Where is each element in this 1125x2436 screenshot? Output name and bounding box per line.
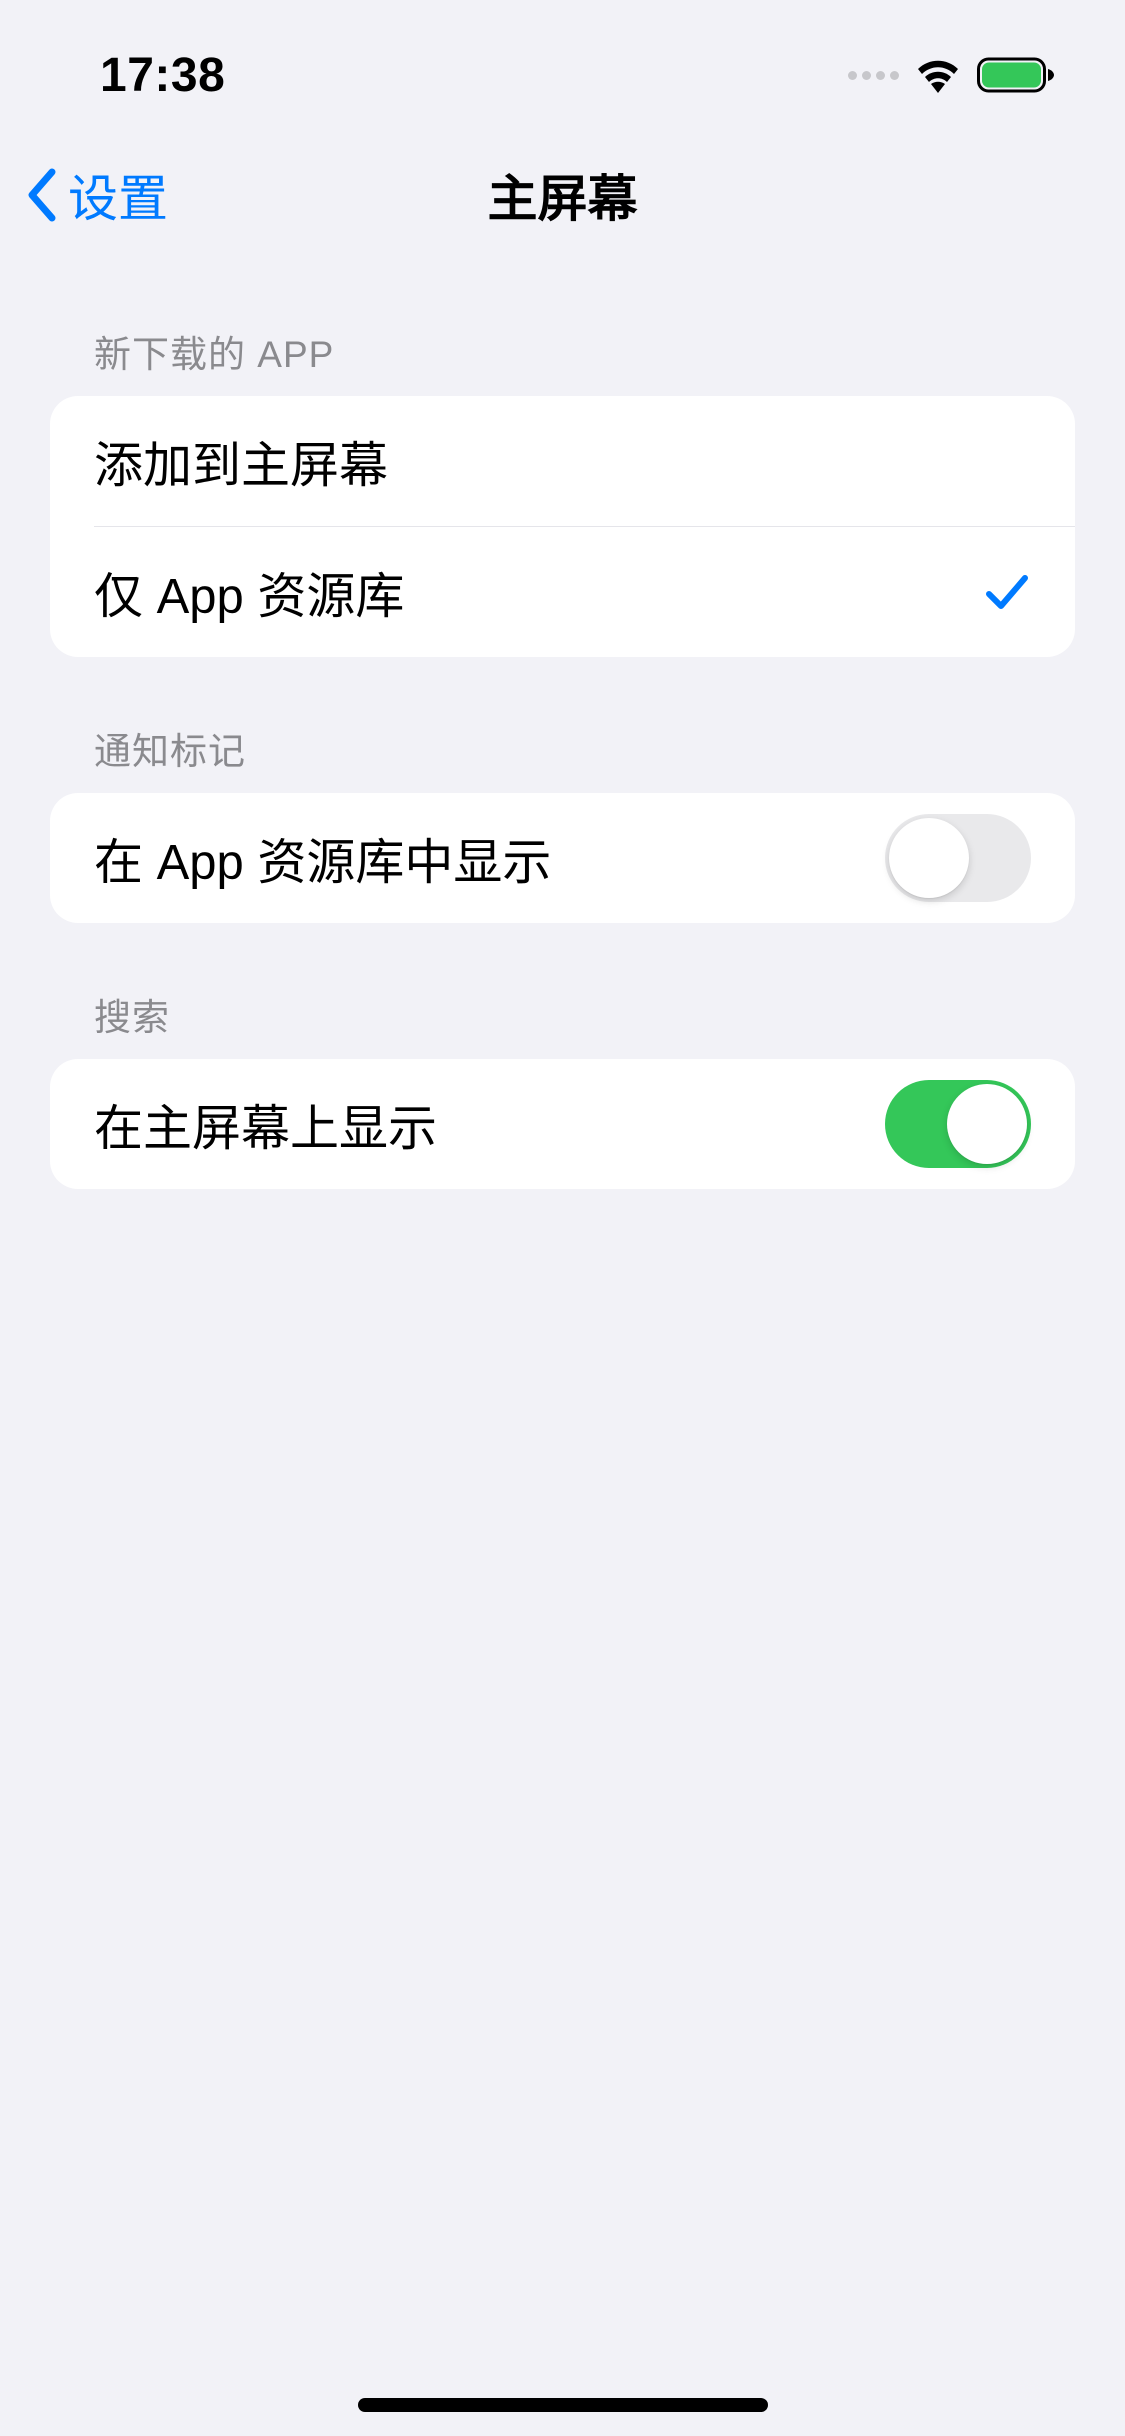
row-label: 在主屏幕上显示 (94, 1089, 437, 1160)
status-indicators (848, 56, 1055, 94)
content: 新下载的 APP 添加到主屏幕 仅 App 资源库 通知标记 在 App 资源库… (0, 260, 1125, 1189)
section-header-search: 搜索 (50, 923, 1075, 1059)
row-label: 仅 App 资源库 (94, 557, 404, 628)
section-group-new-apps: 添加到主屏幕 仅 App 资源库 (50, 396, 1075, 657)
nav-bar: 设置 主屏幕 (0, 130, 1125, 260)
row-show-in-app-library: 在 App 资源库中显示 (50, 793, 1075, 923)
row-label: 添加到主屏幕 (94, 426, 388, 497)
status-bar: 17:38 (0, 0, 1125, 130)
toggle-show-in-app-library[interactable] (885, 814, 1031, 902)
signal-dots-icon (848, 71, 899, 80)
back-button[interactable]: 设置 (24, 159, 168, 231)
toggle-knob (947, 1084, 1027, 1164)
row-show-on-home-screen: 在主屏幕上显示 (50, 1059, 1075, 1189)
section-group-badges: 在 App 资源库中显示 (50, 793, 1075, 923)
row-app-library-only[interactable]: 仅 App 资源库 (50, 527, 1075, 657)
section-header-new-apps: 新下载的 APP (50, 260, 1075, 396)
row-add-to-home-screen[interactable]: 添加到主屏幕 (50, 396, 1075, 526)
wifi-icon (915, 57, 961, 93)
chevron-left-icon (24, 166, 60, 224)
toggle-knob (889, 818, 969, 898)
back-label: 设置 (68, 159, 168, 231)
section-header-badges: 通知标记 (50, 657, 1075, 793)
home-indicator[interactable] (358, 2398, 768, 2412)
checkmark-icon (983, 568, 1031, 616)
page-title: 主屏幕 (488, 159, 638, 231)
section-group-search: 在主屏幕上显示 (50, 1059, 1075, 1189)
toggle-show-on-home-screen[interactable] (885, 1080, 1031, 1168)
status-time: 17:38 (100, 48, 225, 103)
row-label: 在 App 资源库中显示 (94, 823, 551, 894)
battery-icon (977, 56, 1055, 94)
